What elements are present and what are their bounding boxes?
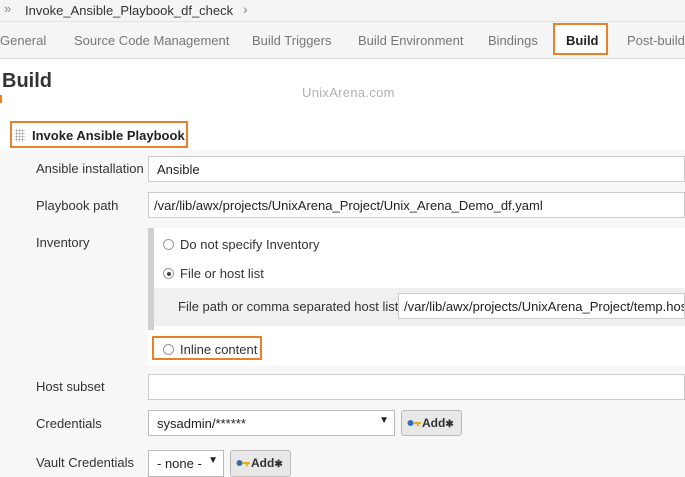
breadcrumb-job-link[interactable]: Invoke_Ansible_Playbook_df_check — [25, 3, 233, 18]
radio-inline-content[interactable] — [163, 344, 174, 355]
key-icon — [407, 420, 421, 427]
add-credentials-button[interactable]: Add✱ — [401, 410, 462, 436]
ansible-installation-value: Ansible — [157, 162, 200, 177]
host-subset-input[interactable] — [148, 374, 685, 400]
tab-general[interactable]: General — [0, 33, 46, 48]
vault-credentials-label: Vault Credentials — [36, 455, 135, 470]
tab-build-triggers[interactable]: Build Triggers — [252, 33, 331, 48]
build-step-header: Invoke Ansible Playbook — [10, 121, 188, 148]
playbook-path-label: Playbook path — [36, 198, 119, 213]
vault-credentials-value: - none - — [157, 456, 202, 471]
watermark: UnixArena.com — [302, 85, 395, 100]
file-path-value: /var/lib/awx/projects/UnixArena_Project/… — [404, 299, 685, 314]
inventory-label: Inventory — [36, 235, 90, 250]
key-icon — [236, 460, 250, 467]
build-step-title: Invoke Ansible Playbook — [32, 128, 185, 143]
tab-post-build[interactable]: Post-build — [627, 33, 685, 48]
file-path-input[interactable]: /var/lib/awx/projects/UnixArena_Project/… — [398, 293, 685, 319]
breadcrumb-separator: » — [4, 1, 12, 16]
radio-file-host-list-label[interactable]: File or host list — [180, 266, 264, 281]
ansible-installation-label: Ansible installation — [36, 161, 144, 176]
host-subset-label: Host subset — [36, 379, 105, 394]
tab-build[interactable]: Build — [553, 23, 608, 55]
chevron-right-icon[interactable]: › — [243, 1, 248, 17]
breadcrumb: » Invoke_Ansible_Playbook_df_check › — [0, 0, 685, 22]
tab-build-label: Build — [566, 33, 599, 48]
file-path-label: File path or comma separated host list — [178, 299, 399, 314]
page-title: Build — [2, 70, 52, 92]
ansible-installation-select[interactable]: Ansible — [148, 156, 685, 182]
radio-file-host-list[interactable] — [163, 268, 174, 279]
playbook-path-value: /var/lib/awx/projects/UnixArena_Project/… — [154, 198, 543, 213]
left-accent-mark — [0, 95, 2, 103]
tab-bindings[interactable]: Bindings — [488, 33, 538, 48]
credentials-value: sysadmin/****** — [157, 416, 246, 431]
add-vault-credentials-button[interactable]: Add✱ — [230, 450, 291, 477]
vault-credentials-select[interactable]: - none - ▼ — [148, 450, 224, 477]
dropdown-arrow-icon: ▼ — [379, 415, 389, 426]
radio-no-inventory-label[interactable]: Do not specify Inventory — [180, 237, 319, 252]
add-vault-credentials-label: Add — [251, 456, 275, 470]
radio-no-inventory[interactable] — [163, 239, 174, 250]
dropdown-arrow-icon: ▼ — [208, 455, 218, 466]
tab-build-environment[interactable]: Build Environment — [358, 33, 464, 48]
credentials-select[interactable]: sysadmin/****** ▼ — [148, 410, 395, 436]
tab-source-code-management[interactable]: Source Code Management — [74, 33, 229, 48]
drag-handle-icon[interactable] — [15, 129, 25, 142]
add-credentials-label: Add — [422, 416, 446, 430]
playbook-path-input[interactable]: /var/lib/awx/projects/UnixArena_Project/… — [148, 192, 685, 218]
radio-inline-content-label[interactable]: Inline content — [180, 342, 257, 357]
credentials-label: Credentials — [36, 416, 102, 431]
